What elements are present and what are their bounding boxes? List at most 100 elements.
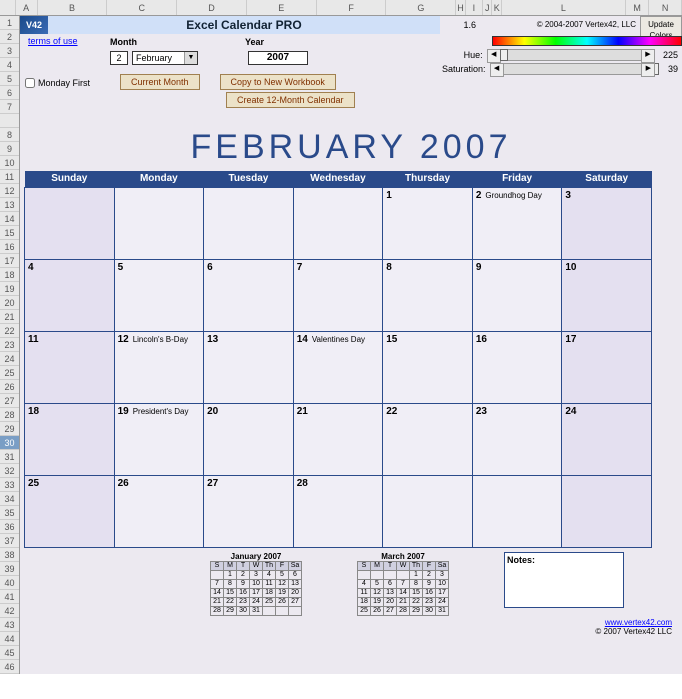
- calendar-cell[interactable]: 28: [293, 475, 383, 547]
- col-header[interactable]: L: [502, 0, 626, 15]
- create-12month-button[interactable]: Create 12-Month Calendar: [226, 92, 355, 108]
- row-header[interactable]: 26: [0, 380, 19, 394]
- row-header[interactable]: 30: [0, 436, 19, 450]
- col-header[interactable]: G: [386, 0, 456, 15]
- calendar-cell[interactable]: 15: [383, 331, 473, 403]
- calendar-cell[interactable]: 4: [25, 259, 115, 331]
- col-header[interactable]: F: [317, 0, 387, 15]
- saturation-slider[interactable]: [490, 63, 656, 75]
- copy-workbook-button[interactable]: Copy to New Workbook: [220, 74, 336, 90]
- calendar-cell[interactable]: 17: [562, 331, 652, 403]
- row-header[interactable]: 40: [0, 576, 19, 590]
- row-header[interactable]: 34: [0, 492, 19, 506]
- col-header[interactable]: E: [247, 0, 317, 15]
- row-header[interactable]: 6: [0, 86, 19, 100]
- calendar-cell[interactable]: 2Groundhog Day: [472, 187, 562, 259]
- row-header[interactable]: 37: [0, 534, 19, 548]
- calendar-cell[interactable]: 27: [204, 475, 294, 547]
- calendar-cell[interactable]: 23: [472, 403, 562, 475]
- row-header[interactable]: 12: [0, 184, 19, 198]
- calendar-cell[interactable]: 21: [293, 403, 383, 475]
- calendar-cell[interactable]: 20: [204, 403, 294, 475]
- row-header[interactable]: 20: [0, 296, 19, 310]
- row-header[interactable]: 18: [0, 268, 19, 282]
- calendar-cell[interactable]: 14Valentines Day: [293, 331, 383, 403]
- calendar-cell[interactable]: 9: [472, 259, 562, 331]
- calendar-cell[interactable]: 16: [472, 331, 562, 403]
- row-header[interactable]: 33: [0, 478, 19, 492]
- row-header[interactable]: 13: [0, 198, 19, 212]
- row-header[interactable]: 11: [0, 170, 19, 184]
- row-header[interactable]: 46: [0, 660, 19, 674]
- row-header[interactable]: 10: [0, 156, 19, 170]
- row-header[interactable]: 43: [0, 618, 19, 632]
- calendar-cell[interactable]: 25: [25, 475, 115, 547]
- col-header[interactable]: N: [649, 0, 682, 15]
- footer-link[interactable]: www.vertex42.com: [20, 618, 682, 627]
- col-header[interactable]: D: [177, 0, 247, 15]
- row-header[interactable]: 8: [0, 128, 19, 142]
- row-header[interactable]: 41: [0, 590, 19, 604]
- calendar-cell[interactable]: 24: [562, 403, 652, 475]
- row-header[interactable]: 19: [0, 282, 19, 296]
- row-header[interactable]: 4: [0, 58, 19, 72]
- calendar-cell[interactable]: 10: [562, 259, 652, 331]
- calendar-cell[interactable]: 18: [25, 403, 115, 475]
- row-header[interactable]: 9: [0, 142, 19, 156]
- current-month-button[interactable]: Current Month: [120, 74, 200, 90]
- row-header[interactable]: 16: [0, 240, 19, 254]
- calendar-cell[interactable]: 5: [114, 259, 204, 331]
- calendar-cell[interactable]: [204, 187, 294, 259]
- row-header[interactable]: 17: [0, 254, 19, 268]
- calendar-cell[interactable]: 11: [25, 331, 115, 403]
- calendar-cell[interactable]: 1: [383, 187, 473, 259]
- row-header[interactable]: 24: [0, 352, 19, 366]
- calendar-cell[interactable]: 6: [204, 259, 294, 331]
- row-header[interactable]: 36: [0, 520, 19, 534]
- row-header[interactable]: 23: [0, 338, 19, 352]
- row-header[interactable]: 35: [0, 506, 19, 520]
- row-header[interactable]: 31: [0, 450, 19, 464]
- calendar-cell[interactable]: 7: [293, 259, 383, 331]
- row-header[interactable]: 28: [0, 408, 19, 422]
- month-number-input[interactable]: 2: [110, 51, 128, 65]
- row-header[interactable]: 25: [0, 366, 19, 380]
- row-header[interactable]: 3: [0, 44, 19, 58]
- row-header[interactable]: 7: [0, 100, 19, 114]
- col-header[interactable]: H: [456, 0, 466, 15]
- col-header[interactable]: A: [16, 0, 38, 15]
- row-header[interactable]: 22: [0, 324, 19, 338]
- row-header[interactable]: 5: [0, 72, 19, 86]
- row-header[interactable]: 21: [0, 310, 19, 324]
- row-header[interactable]: 1: [0, 16, 19, 30]
- col-header[interactable]: C: [107, 0, 177, 15]
- row-header[interactable]: 27: [0, 394, 19, 408]
- calendar-cell[interactable]: 3: [562, 187, 652, 259]
- col-header[interactable]: I: [466, 0, 483, 15]
- calendar-cell[interactable]: [114, 187, 204, 259]
- calendar-cell[interactable]: [25, 187, 115, 259]
- row-header[interactable]: 15: [0, 226, 19, 240]
- calendar-cell[interactable]: [562, 475, 652, 547]
- calendar-cell[interactable]: [293, 187, 383, 259]
- row-header[interactable]: 42: [0, 604, 19, 618]
- row-header[interactable]: [0, 114, 19, 128]
- notes-box[interactable]: Notes:: [504, 552, 624, 608]
- terms-link[interactable]: terms of use: [20, 34, 78, 48]
- calendar-cell[interactable]: 13: [204, 331, 294, 403]
- calendar-cell[interactable]: 8: [383, 259, 473, 331]
- year-input[interactable]: 2007: [248, 51, 308, 65]
- calendar-cell[interactable]: [383, 475, 473, 547]
- row-header[interactable]: 2: [0, 30, 19, 44]
- row-header[interactable]: 45: [0, 646, 19, 660]
- month-dropdown[interactable]: February: [132, 51, 198, 65]
- hue-slider[interactable]: [487, 49, 655, 61]
- col-header[interactable]: M: [626, 0, 649, 15]
- row-header[interactable]: 38: [0, 548, 19, 562]
- calendar-cell[interactable]: 26: [114, 475, 204, 547]
- calendar-cell[interactable]: [472, 475, 562, 547]
- row-header[interactable]: 29: [0, 422, 19, 436]
- row-header[interactable]: 32: [0, 464, 19, 478]
- row-header[interactable]: 14: [0, 212, 19, 226]
- monday-first-checkbox[interactable]: [25, 78, 35, 88]
